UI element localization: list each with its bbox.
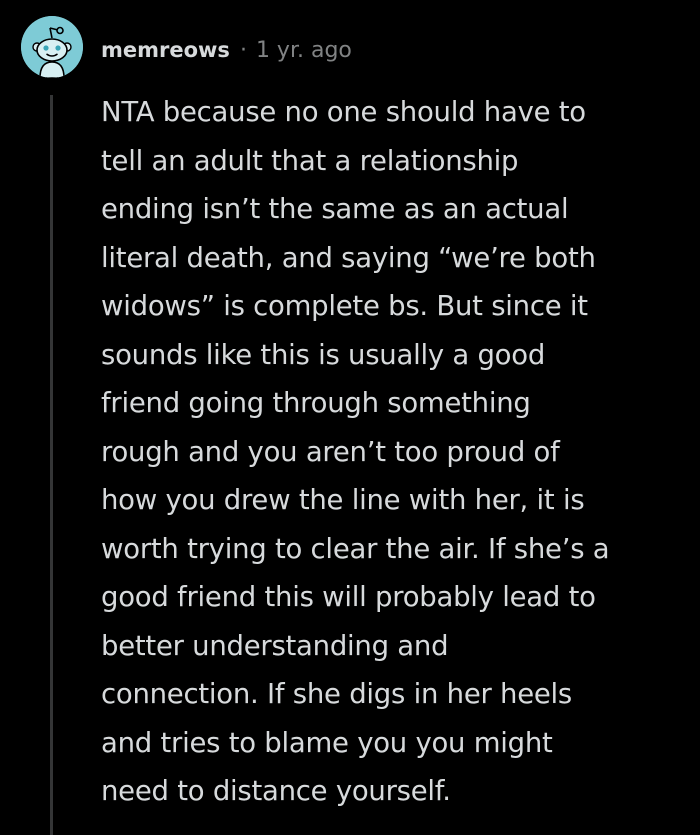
comment-body-line: literal death, and saying “we’re both <box>101 241 596 274</box>
comment: memreows · 1 yr. ago NTA because no one … <box>0 0 700 835</box>
meta-separator: · <box>239 37 247 63</box>
comment-body-line: better understanding and <box>101 629 449 662</box>
comment-body-line: NTA because no one should have to <box>101 96 586 128</box>
comment-body-line: tell an adult that a relationship <box>101 144 519 177</box>
comment-body-line: and tries to blame you you might <box>101 726 553 759</box>
comment-body-line: need to distance yourself. <box>101 775 451 807</box>
comment-body-line: widows” is complete bs. But since it <box>101 290 588 322</box>
comment-body-line: ending isn’t the same as an actual <box>101 193 569 225</box>
comment-body-line: how you drew the line with her, it is <box>101 484 585 516</box>
comment-meta: memreows · 1 yr. ago <box>101 33 352 67</box>
comment-body-line: good friend this will probably lead to <box>101 581 596 613</box>
comment-body-line: friend going through something <box>101 387 531 419</box>
comment-body: NTA because no one should have to tell a… <box>101 88 691 816</box>
snoo-avatar-icon[interactable] <box>21 16 83 78</box>
comment-body-line: rough and you aren’t too proud of <box>101 435 560 468</box>
username-link[interactable]: memreows <box>101 38 230 62</box>
comment-body-line: worth trying to clear the air. If she’s … <box>101 532 610 565</box>
timestamp[interactable]: 1 yr. ago <box>256 38 352 63</box>
comment-body-line: sounds like this is usually a good <box>101 338 546 371</box>
comment-body-line: connection. If she digs in her heels <box>101 678 573 710</box>
thread-collapse-line[interactable] <box>50 95 53 835</box>
